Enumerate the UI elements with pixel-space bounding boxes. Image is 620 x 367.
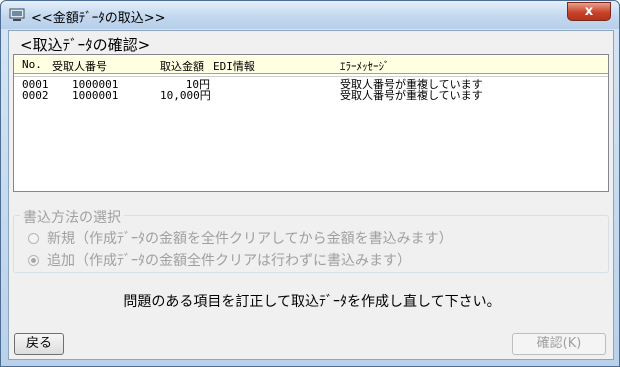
cell-no: 0002 [22, 89, 49, 102]
write-method-group: 書込方法の選択 新規（作成ﾃﾞｰﾀの金額を全件クリアしてから金額を書込みます） … [13, 207, 609, 273]
instruction-message: 問題のある項目を訂正して取込ﾃﾞｰﾀを作成し直して下さい。 [123, 294, 501, 310]
list-header: No. 受取人番号 取込金額 EDI情報 ｴﾗｰﾒｯｾｰｼﾞ [14, 55, 608, 74]
radio-new[interactable]: 新規（作成ﾃﾞｰﾀの金額を全件クリアしてから金額を書込みます） [28, 228, 453, 248]
column-header-error[interactable]: ｴﾗｰﾒｯｾｰｼﾞ [340, 58, 390, 74]
column-header-amount[interactable]: 取込金額 [160, 58, 204, 74]
confirm-button[interactable]: 確認(K) [512, 333, 606, 355]
table-row[interactable]: 0002 1000001 10,000円 受取人番号が重複しています [14, 90, 608, 101]
cell-recipient: 1000001 [72, 89, 119, 102]
group-legend: 書込方法の選択 [20, 207, 124, 227]
column-header-edi[interactable]: EDI情報 [213, 58, 255, 74]
dialog-window: <<金額ﾃﾞｰﾀの取込>> x <取込ﾃﾞｰﾀの確認> No. 受取人番号 取込… [0, 0, 620, 367]
column-header-no[interactable]: No. [22, 58, 42, 71]
close-button[interactable]: x [567, 2, 611, 21]
section-title: <取込ﾃﾞｰﾀの確認> [20, 36, 151, 54]
app-icon [9, 8, 25, 21]
radio-append-label: 追加（作成ﾃﾞｰﾀの金額全件クリアは行わずに書込みます） [47, 253, 411, 269]
import-data-list[interactable]: No. 受取人番号 取込金額 EDI情報 ｴﾗｰﾒｯｾｰｼﾞ 0001 1000… [13, 54, 609, 192]
back-button[interactable]: 戻る [14, 333, 64, 355]
column-header-recipient[interactable]: 受取人番号 [52, 58, 107, 74]
window-title: <<金額ﾃﾞｰﾀの取込>> [31, 11, 166, 26]
radio-button-checked[interactable] [28, 254, 39, 266]
cell-amount: 10,000円 [160, 89, 211, 102]
cell-error: 受取人番号が重複しています [340, 89, 483, 102]
title-bar[interactable]: <<金額ﾃﾞｰﾀの取込>> x [1, 1, 619, 29]
list-body: 0001 1000001 10円 受取人番号が重複しています 0002 1000… [14, 76, 608, 186]
dialog-body: <取込ﾃﾞｰﾀの確認> No. 受取人番号 取込金額 EDI情報 ｴﾗｰﾒｯｾｰ… [8, 30, 614, 360]
radio-new-label: 新規（作成ﾃﾞｰﾀの金額を全件クリアしてから金額を書込みます） [47, 231, 453, 247]
close-icon: x [584, 4, 594, 19]
radio-button[interactable] [28, 232, 39, 244]
radio-append[interactable]: 追加（作成ﾃﾞｰﾀの金額全件クリアは行わずに書込みます） [28, 250, 411, 270]
